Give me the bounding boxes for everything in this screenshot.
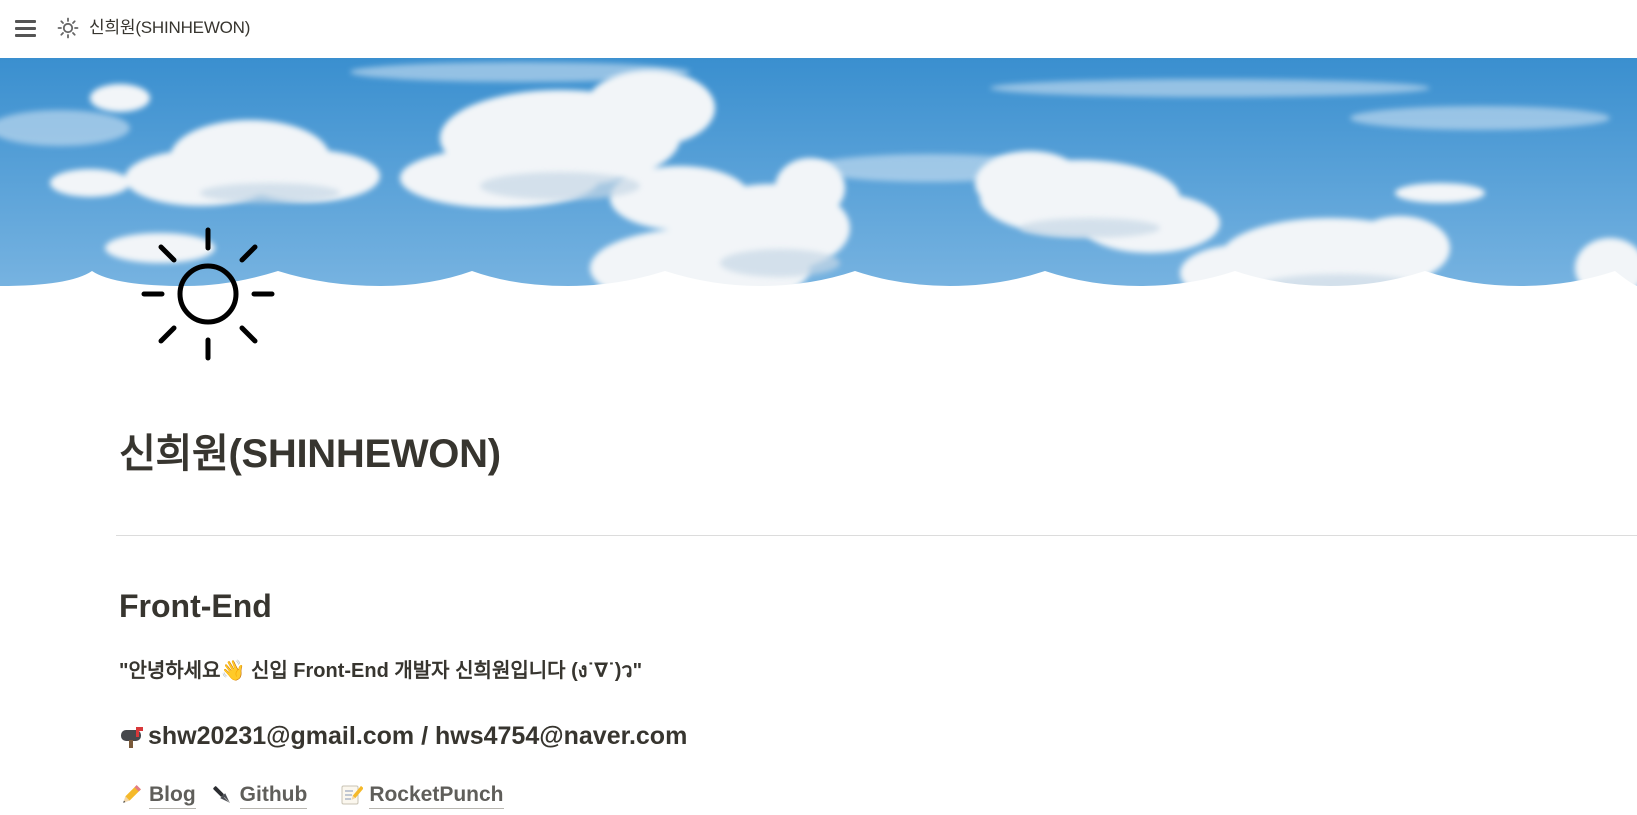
divider [116,535,1637,536]
link-blog-label[interactable]: Blog [149,782,196,809]
pencil-icon [123,785,141,803]
section-heading[interactable]: Front-End [119,584,272,628]
mailbox-icon [121,727,143,748]
sun-icon [57,17,79,39]
link-github[interactable]: Github [210,782,308,809]
memo-icon [341,785,364,805]
page-title[interactable]: 신희원(SHINHEWON) [119,426,501,482]
link-blog[interactable]: Blog [119,782,196,809]
breadcrumb-title[interactable]: 신희원(SHINHEWON) [89,17,250,39]
link-github-label[interactable]: Github [239,782,308,809]
links-row: Blog Github RocketPunch [119,778,504,812]
link-rocketpunch-label[interactable]: RocketPunch [369,782,504,809]
contact-line[interactable]: shw20231@gmail.com / hws4754@naver.com [119,718,687,754]
greeting-text[interactable]: "안녕하세요👋 신입 Front-End 개발자 신희원입니다 (ง˙∇˙)ว" [119,656,642,686]
contact-emails: shw20231@gmail.com / hws4754@naver.com [148,722,688,750]
hamburger-menu-icon[interactable] [14,17,38,39]
top-bar: 신희원(SHINHEWON) [0,0,1637,58]
black-nib-icon [212,786,230,803]
link-rocketpunch[interactable]: RocketPunch [339,782,504,809]
sun-icon[interactable] [138,224,278,364]
